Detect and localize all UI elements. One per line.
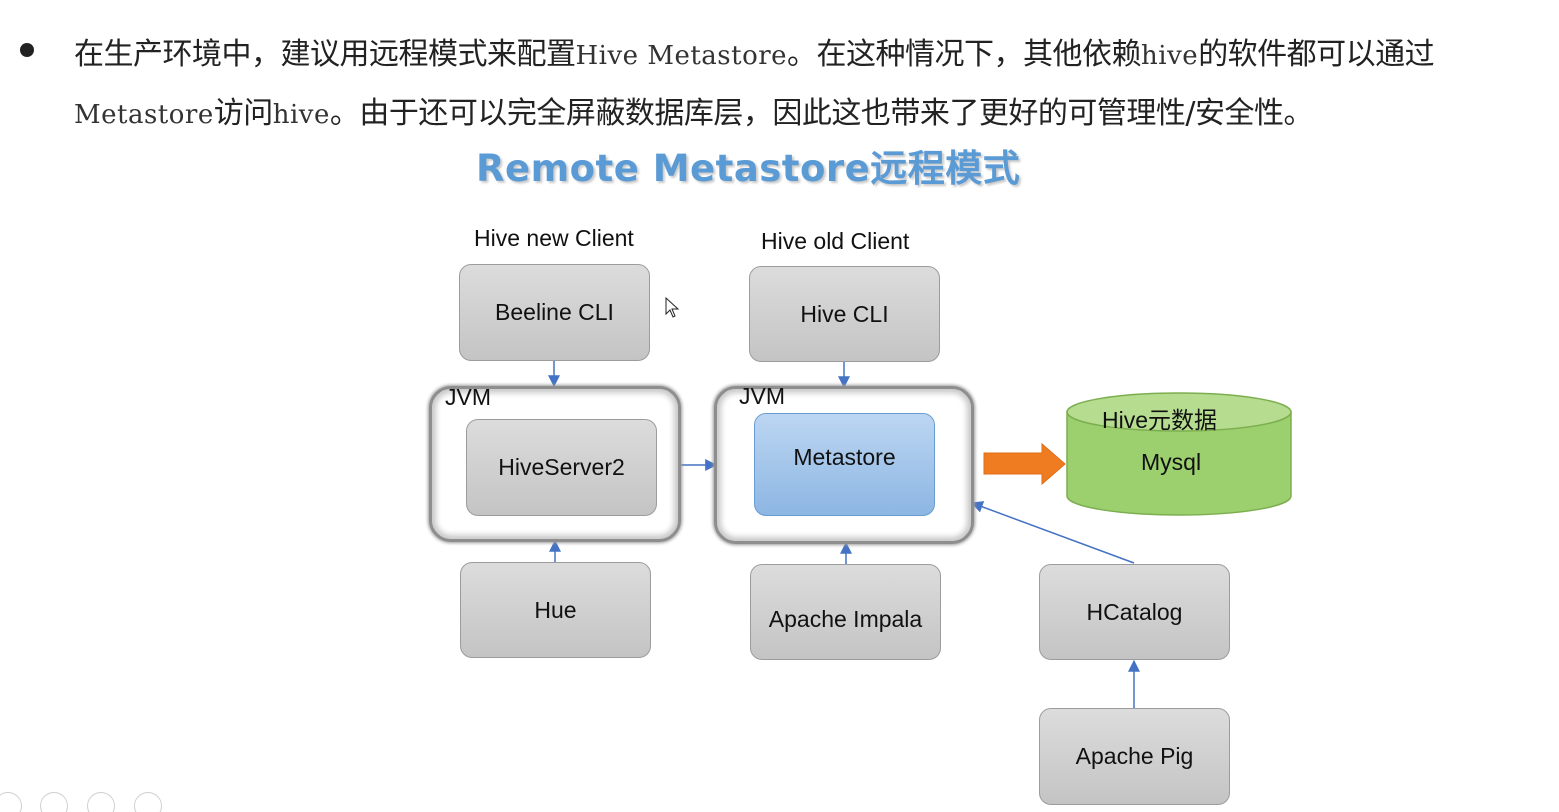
db-caption: Hive元数据 bbox=[1102, 407, 1218, 433]
hcatalog-box: HCatalog bbox=[1039, 564, 1230, 660]
hive-new-client-caption: Hive new Client bbox=[474, 225, 634, 251]
jvm-label-right: JVM bbox=[739, 383, 785, 409]
metastore-box: Metastore bbox=[754, 413, 935, 516]
para-text: 。由于还可以完全屏蔽数据库层，因此这也带来了更好的可管理性/安全性。 bbox=[329, 96, 1314, 131]
beeline-cli-box: Beeline CLI bbox=[459, 264, 650, 361]
metastore-label: Metastore bbox=[793, 444, 896, 470]
slides-icon[interactable] bbox=[40, 792, 68, 812]
beeline-cli-label: Beeline CLI bbox=[495, 299, 614, 325]
para-code: Hive Metastore bbox=[575, 41, 788, 71]
apache-impala-label: Apache Impala bbox=[768, 605, 923, 632]
hue-label: Hue bbox=[534, 596, 577, 623]
bullet-dot bbox=[20, 43, 34, 57]
apache-pig-box: Apache Pig bbox=[1039, 708, 1230, 805]
arrow-metastore-to-mysql bbox=[983, 442, 1066, 486]
diagram-title: Remote Metastore远程模式 bbox=[476, 147, 1021, 190]
hive-old-client-caption: Hive old Client bbox=[761, 228, 910, 254]
hiveserver2-box: HiveServer2 bbox=[466, 419, 657, 516]
slide-page: 在生产环境中，建议用远程模式来配置Hive Metastore。在这种情况下，其… bbox=[0, 0, 1559, 812]
arrow-hcatalog-to-metastore bbox=[970, 501, 1135, 564]
para-code: Metastore bbox=[74, 100, 214, 130]
db-name: Mysql bbox=[1141, 449, 1202, 475]
hiveserver2-label: HiveServer2 bbox=[498, 454, 625, 480]
mouse-cursor-icon bbox=[665, 296, 680, 318]
apache-pig-label: Apache Pig bbox=[1075, 743, 1194, 769]
hive-cli-label: Hive CLI bbox=[800, 300, 889, 327]
para-text: 的软件都可以通过 bbox=[1198, 37, 1435, 72]
para-code: hive bbox=[272, 100, 330, 130]
intro-paragraph: 在生产环境中，建议用远程模式来配置Hive Metastore。在这种情况下，其… bbox=[74, 26, 1554, 144]
zoom-icon[interactable] bbox=[87, 792, 115, 812]
jvm-label-left: JVM bbox=[445, 384, 491, 410]
apache-impala-box: Apache Impala bbox=[750, 564, 941, 660]
more-icon[interactable] bbox=[134, 792, 162, 812]
para-code: hive bbox=[1141, 41, 1199, 71]
para-text: 。在这种情况下，其他依赖 bbox=[787, 37, 1142, 72]
hue-box: Hue bbox=[460, 562, 651, 658]
para-text: 在生产环境中，建议用远程模式来配置 bbox=[74, 37, 576, 72]
hcatalog-label: HCatalog bbox=[1086, 598, 1183, 625]
hive-cli-box: Hive CLI bbox=[749, 266, 940, 362]
para-text: 访问 bbox=[213, 96, 274, 131]
pen-icon[interactable] bbox=[0, 792, 22, 812]
